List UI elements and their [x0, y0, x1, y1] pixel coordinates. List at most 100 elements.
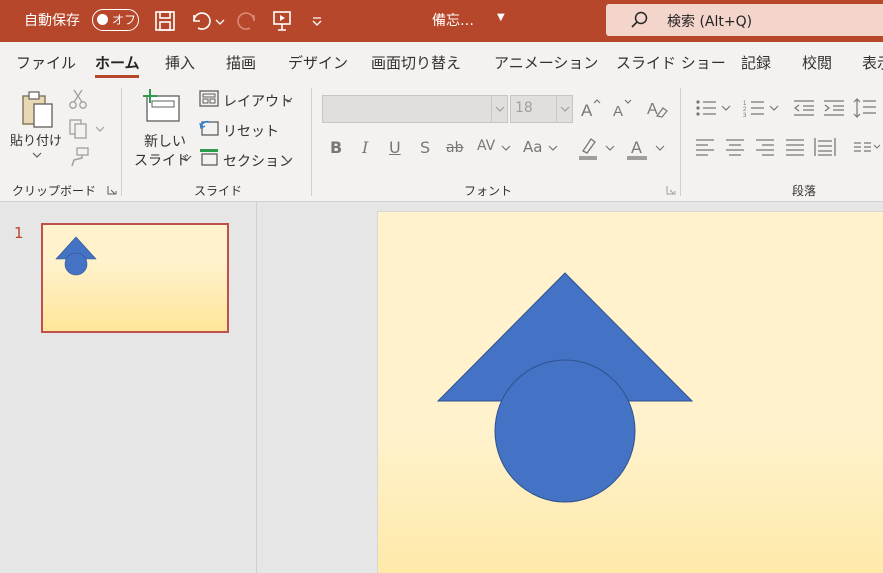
tab-draw[interactable]: 描画: [226, 52, 256, 73]
bold-button[interactable]: B: [330, 138, 342, 157]
underline-button[interactable]: U: [389, 138, 401, 157]
bullets-chevron-down-icon[interactable]: [721, 104, 731, 112]
reset-button[interactable]: リセット: [223, 121, 279, 141]
layout-chevron-down-icon[interactable]: [283, 96, 293, 104]
font-color-chevron-down-icon[interactable]: [655, 144, 665, 152]
undo-icon[interactable]: [188, 9, 212, 33]
align-left-icon[interactable]: [695, 138, 715, 156]
decrease-font-size-icon[interactable]: A: [612, 97, 634, 119]
font-color-swatch: [627, 156, 647, 160]
slides-group-label: スライド: [194, 184, 243, 198]
file-name[interactable]: 備忘…: [432, 10, 474, 30]
layout-icon[interactable]: [199, 90, 219, 108]
reset-icon[interactable]: [199, 119, 219, 137]
font-size-chevron-down-icon: [560, 106, 570, 112]
search-placeholder: 検索 (Alt+Q): [667, 14, 753, 30]
tab-record[interactable]: 記録: [741, 52, 771, 73]
section-icon[interactable]: [199, 148, 219, 166]
font-color-button[interactable]: A: [631, 138, 642, 157]
character-spacing-button[interactable]: AV: [477, 138, 495, 154]
group-separator: [311, 88, 312, 196]
svg-text:A: A: [581, 101, 593, 119]
bullets-icon[interactable]: [695, 98, 717, 118]
copy-chevron-down-icon[interactable]: [95, 125, 105, 133]
autosave-state: オフ: [112, 13, 137, 27]
slide-thumbnail[interactable]: [41, 223, 229, 333]
tab-file[interactable]: ファイル: [16, 52, 76, 73]
font-name-chevron-down-icon: [495, 106, 505, 112]
section-chevron-down-icon[interactable]: [283, 156, 293, 164]
font-dialog-launcher-icon[interactable]: [666, 185, 676, 195]
undo-dropdown-icon[interactable]: [214, 9, 226, 33]
tab-animations[interactable]: アニメーション: [494, 52, 598, 73]
current-slide[interactable]: [377, 211, 883, 573]
paste-chevron-down-icon[interactable]: [31, 150, 43, 160]
distributed-icon[interactable]: [814, 137, 836, 157]
redo-icon[interactable]: [236, 9, 260, 33]
clipboard-dialog-launcher-icon[interactable]: [107, 185, 117, 195]
line-spacing-icon[interactable]: [853, 97, 877, 119]
font-size-dropdown[interactable]: [556, 96, 572, 122]
tab-view[interactable]: 表示: [862, 52, 883, 73]
font-size-combobox[interactable]: 18: [510, 95, 573, 123]
font-name-combobox[interactable]: [322, 95, 508, 123]
font-name-dropdown[interactable]: [491, 96, 507, 122]
active-tab-indicator: [95, 75, 139, 78]
filename-chevron-down-icon[interactable]: ▼: [497, 12, 505, 23]
change-case-button[interactable]: Aa: [523, 138, 542, 156]
clear-formatting-icon[interactable]: A: [645, 96, 669, 120]
align-center-icon[interactable]: [725, 138, 745, 156]
customize-toolbar-icon[interactable]: [310, 9, 324, 33]
highlight-chevron-down-icon[interactable]: [605, 144, 615, 152]
italic-button[interactable]: I: [362, 138, 368, 157]
justify-icon[interactable]: [785, 138, 805, 156]
numbering-chevron-down-icon[interactable]: [769, 104, 779, 112]
strikethrough-button[interactable]: ab: [446, 140, 463, 156]
new-slide-chevron-down-icon[interactable]: [182, 154, 192, 162]
tab-insert[interactable]: 挿入: [165, 52, 195, 73]
align-right-icon[interactable]: [755, 138, 775, 156]
thumbnail-shapes: [55, 236, 97, 276]
paste-icon[interactable]: [20, 90, 56, 130]
new-slide-icon[interactable]: [142, 88, 182, 124]
group-separator: [121, 88, 122, 196]
toggle-knob: [97, 14, 108, 25]
columns-icon[interactable]: [853, 140, 881, 154]
shadow-button[interactable]: S: [420, 138, 430, 157]
decrease-indent-icon[interactable]: [793, 98, 815, 118]
ribbon-tabs: ファイル ホーム 挿入 描画 デザイン 画面切り替え アニメーション スライド …: [0, 42, 883, 82]
autosave-label: 自動保存: [24, 13, 80, 29]
svg-text:3: 3: [743, 113, 747, 118]
font-group-label: フォント: [464, 184, 513, 198]
cut-icon[interactable]: [68, 88, 88, 110]
paste-label[interactable]: 貼り付け: [10, 130, 62, 149]
autosave-toggle[interactable]: オフ: [92, 9, 139, 31]
search-box[interactable]: 検索 (Alt+Q): [606, 4, 883, 36]
thumbnail-circle: [64, 252, 88, 276]
slide-shapes: [436, 272, 694, 503]
character-spacing-chevron-down-icon[interactable]: [501, 144, 511, 152]
present-icon[interactable]: [270, 9, 294, 33]
numbering-icon[interactable]: 1 2 3: [743, 98, 765, 118]
highlight-icon[interactable]: [577, 135, 601, 161]
powerpoint-window: 自動保存 オフ 備忘… ▼ 検索 (Alt+Q) ファイル ホーム 挿入 描画 …: [0, 0, 883, 573]
change-case-chevron-down-icon[interactable]: [548, 144, 558, 152]
increase-font-size-icon[interactable]: A: [580, 97, 602, 119]
tab-transitions[interactable]: 画面切り替え: [371, 52, 461, 73]
copy-icon[interactable]: [68, 118, 90, 140]
ribbon-home: 貼り付け クリップボード 新しい スライド レイアウト リセット セクション ス…: [0, 82, 883, 202]
font-size-value: 18: [515, 100, 533, 116]
new-slide-label-1[interactable]: 新しい: [144, 131, 186, 151]
tab-slideshow[interactable]: スライド ショー: [616, 52, 726, 73]
tab-review[interactable]: 校閲: [802, 52, 832, 73]
save-icon[interactable]: [153, 9, 177, 33]
slide-thumbnail-pane: 1: [0, 202, 257, 573]
circle-shape[interactable]: [494, 359, 636, 503]
increase-indent-icon[interactable]: [823, 98, 845, 118]
title-bar: 自動保存 オフ 備忘… ▼ 検索 (Alt+Q): [0, 0, 883, 42]
slide-number: 1: [14, 224, 24, 242]
format-painter-icon[interactable]: [68, 146, 90, 168]
clipboard-group-label: クリップボード: [12, 184, 97, 198]
tab-home[interactable]: ホーム: [95, 52, 140, 73]
tab-design[interactable]: デザイン: [288, 52, 348, 73]
